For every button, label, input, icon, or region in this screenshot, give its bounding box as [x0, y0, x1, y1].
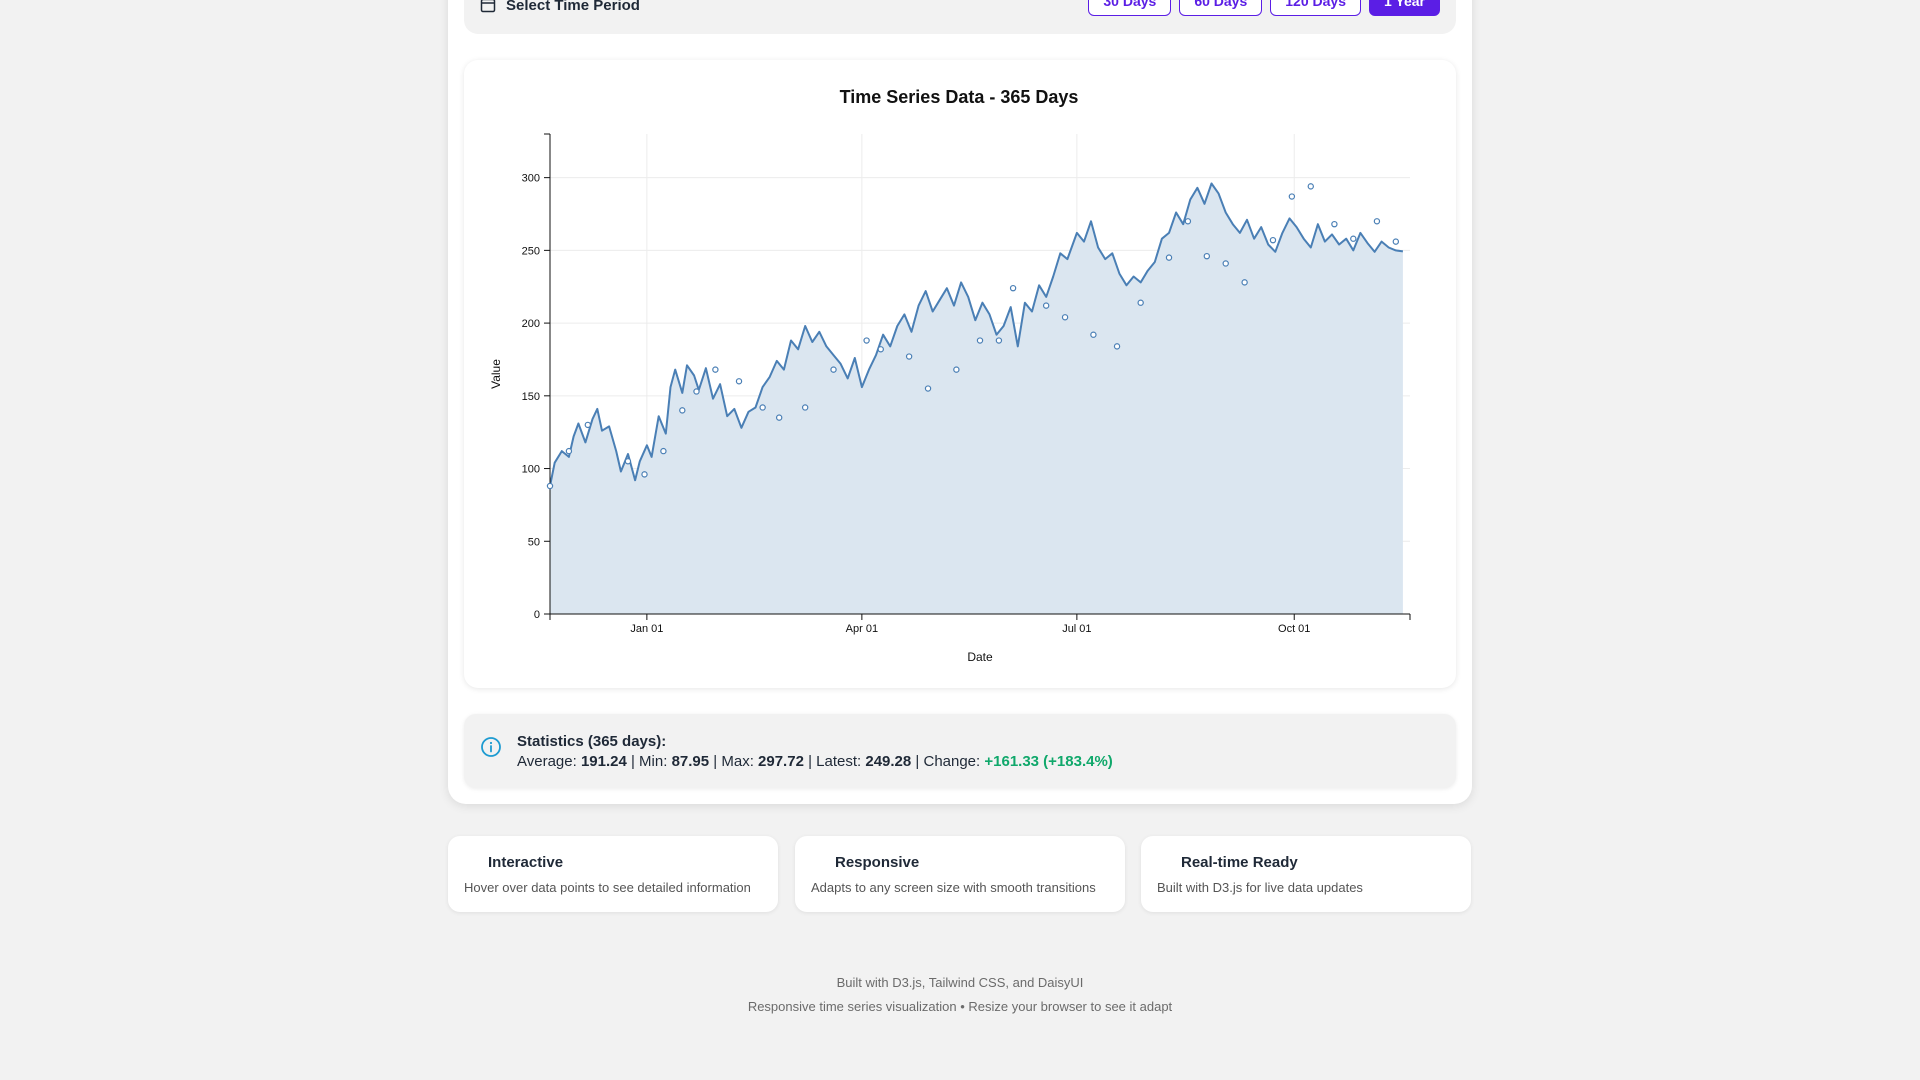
data-point[interactable] [1090, 331, 1097, 338]
feature-title: Interactive [488, 854, 564, 871]
chart-card: Time Series Data - 365 Days 0 50 100 150 200… [464, 60, 1456, 688]
footer-line-1: Built with D3.js, Tailwind CSS, and Dais… [836, 975, 1084, 990]
data-point[interactable] [693, 388, 700, 395]
feature-card-responsive: Responsive Adapts to any screen size wit… [795, 836, 1125, 912]
data-point[interactable] [924, 385, 932, 392]
feature-description: Adapts to any screen size with smooth tr… [811, 880, 1096, 895]
chart-area-layer [549, 182, 1404, 614]
data-point[interactable] [1331, 220, 1338, 228]
x-tick-label: Jan 01 [630, 623, 663, 635]
info-icon [481, 737, 501, 757]
data-point[interactable] [1165, 254, 1173, 261]
data-point[interactable] [1009, 284, 1017, 292]
data-point[interactable] [641, 471, 648, 478]
data-point[interactable] [1203, 252, 1211, 260]
data-point[interactable] [995, 337, 1003, 344]
stat-max-value: 297.72 [758, 753, 804, 770]
period-buttons: 30 Days 60 Days 120 Days 1 Year [1088, 0, 1440, 16]
data-point[interactable] [1061, 314, 1069, 321]
series-area-fill [550, 183, 1403, 614]
stat-max-label: | Max: [709, 753, 759, 770]
data-point[interactable] [1222, 260, 1229, 267]
data-point[interactable] [877, 346, 884, 353]
y-tick-label: 100 [522, 464, 540, 476]
stat-average-label: Average: [517, 753, 581, 770]
data-point[interactable] [1288, 193, 1296, 200]
data-point[interactable] [712, 366, 719, 373]
data-point[interactable] [759, 404, 766, 411]
statistics-values: Average: 191.24 | Min: 87.95 | Max: 297.… [517, 753, 1113, 770]
data-point[interactable] [1184, 218, 1192, 225]
statistics-title: Statistics (365 days): [517, 733, 667, 750]
period-title-text: Select Time Period [506, 0, 640, 14]
data-point[interactable] [735, 378, 743, 385]
period-selector-title: Select Time Period [480, 0, 640, 16]
period-1-year-button[interactable]: 1 Year [1368, 0, 1440, 16]
feature-card-realtime: Real-time Ready Built with D3.js for liv… [1141, 836, 1471, 912]
y-tick-label: 50 [528, 536, 540, 548]
period-60-days-button[interactable]: 60 Days [1179, 0, 1263, 16]
data-point[interactable] [953, 366, 960, 373]
stat-min-label: | Min: [626, 753, 672, 770]
data-point[interactable] [1269, 236, 1277, 244]
chart-title: Time Series Data - 365 Days [840, 87, 1079, 107]
stat-latest-label: | Latest: [803, 753, 866, 770]
data-point[interactable] [1241, 279, 1248, 286]
data-point[interactable] [1137, 299, 1144, 306]
feature-description: Built with D3.js for live data updates [1157, 880, 1363, 895]
stat-latest-value: 249.28 [865, 753, 912, 770]
data-point[interactable] [624, 458, 632, 465]
data-point[interactable] [565, 447, 573, 455]
feature-card-interactive: Interactive Hover over data points to se… [448, 836, 778, 912]
data-point[interactable] [546, 482, 554, 490]
feature-description: Hover over data points to see detailed i… [464, 880, 751, 895]
data-point[interactable] [905, 353, 913, 360]
y-tick-label: 0 [534, 609, 540, 621]
data-point[interactable] [830, 366, 837, 373]
data-point[interactable] [976, 337, 984, 344]
y-tick-label: 300 [522, 173, 540, 185]
stat-min-value: 87.95 [671, 753, 710, 770]
data-point[interactable] [1350, 235, 1357, 242]
data-point[interactable] [1113, 343, 1121, 350]
y-axis-label: Value [489, 359, 503, 389]
statistics-panel: Statistics (365 days): Average: 191.24 |… [464, 714, 1456, 788]
stat-average-value: 191.24 [580, 753, 627, 770]
data-point[interactable] [775, 414, 783, 421]
y-tick-label: 150 [522, 391, 540, 403]
y-tick-label: 250 [522, 245, 540, 257]
x-tick-label: Oct 01 [1278, 623, 1310, 635]
data-point[interactable] [863, 337, 870, 344]
time-series-chart[interactable]: Time Series Data - 365 Days 0 50 100 150 200… [464, 60, 1456, 688]
feature-title: Responsive [835, 854, 920, 871]
data-point[interactable] [1373, 218, 1381, 225]
data-point[interactable] [1392, 238, 1400, 245]
footer-line-2: Responsive time series visualization • R… [747, 999, 1173, 1014]
period-30-days-button[interactable]: 30 Days [1088, 0, 1172, 16]
x-axis-label: Date [967, 650, 993, 664]
data-point[interactable] [801, 404, 809, 411]
x-tick-label: Apr 01 [846, 623, 878, 635]
y-tick-label: 200 [522, 318, 540, 330]
x-tick-label: Jul 01 [1062, 623, 1091, 635]
data-point[interactable] [584, 421, 592, 429]
data-point[interactable] [1042, 302, 1050, 309]
period-120-days-button[interactable]: 120 Days [1270, 0, 1361, 16]
feature-title: Real-time Ready [1181, 854, 1298, 871]
stat-change-label: | Change: [911, 753, 985, 770]
data-point[interactable] [1307, 183, 1314, 190]
calendar-icon [480, 0, 496, 13]
stat-change-value: +161.33 (+183.4%) [984, 753, 1113, 770]
data-point[interactable] [679, 407, 686, 414]
data-point[interactable] [660, 447, 667, 455]
